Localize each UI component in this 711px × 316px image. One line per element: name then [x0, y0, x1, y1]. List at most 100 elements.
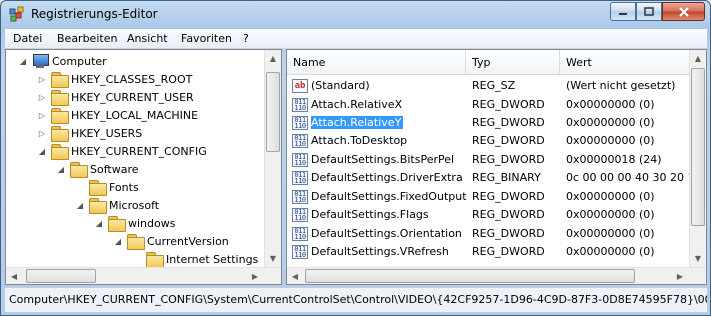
- collapsed-triangle-icon[interactable]: ▷: [37, 124, 47, 142]
- list-vertical-scrollbar[interactable]: ▲ ▼: [689, 50, 706, 268]
- title-bar[interactable]: Registrierungs-Editor: [1, 1, 710, 29]
- tree-item-computer[interactable]: ◢ Computer: [18, 52, 107, 70]
- scroll-right-icon[interactable]: ▶: [672, 268, 688, 284]
- tree-horizontal-scrollbar[interactable]: ◀ ▶: [6, 267, 281, 284]
- expanded-triangle-icon[interactable]: ◢: [75, 196, 85, 214]
- value-name: (Standard): [311, 79, 370, 92]
- folder-icon: [70, 162, 88, 178]
- scroll-left-icon[interactable]: ◀: [6, 268, 22, 284]
- tree-hscroll-thumb[interactable]: [26, 269, 96, 283]
- list-item[interactable]: 011 110 Attach.RelativeX REG_DWORD 0x0000…: [287, 96, 691, 115]
- list-item[interactable]: 011 110 DefaultSettings.FixedOutput REG_D…: [287, 188, 691, 207]
- list-item-selected[interactable]: 011 110 Attach.RelativeY REG_DWORD 0x0000…: [287, 114, 691, 133]
- expanded-triangle-icon[interactable]: ◢: [37, 142, 47, 160]
- value-type: REG_DWORD: [472, 153, 545, 166]
- value-type: REG_DWORD: [472, 208, 545, 221]
- menu-favoriten[interactable]: Favoriten: [181, 32, 232, 45]
- expanded-triangle-icon[interactable]: ◢: [56, 160, 66, 178]
- tree-item-hkey-current-config[interactable]: ◢ HKEY_CURRENT_CONFIG: [37, 142, 207, 160]
- tree-scroll-thumb[interactable]: [266, 72, 280, 152]
- scroll-right-icon[interactable]: ▶: [247, 268, 263, 284]
- list-item[interactable]: 011 110 DefaultSettings.Orientation REG_D…: [287, 225, 691, 244]
- scroll-up-icon[interactable]: ▲: [690, 50, 706, 67]
- window-title: Registrierungs-Editor: [31, 7, 158, 21]
- tree-item-internet-settings[interactable]: Internet Settings: [132, 250, 258, 268]
- value-name: DefaultSettings.FixedOutput: [311, 190, 467, 203]
- column-header-value[interactable]: Wert: [560, 50, 691, 75]
- close-icon: [678, 6, 689, 17]
- collapsed-triangle-icon[interactable]: ▷: [37, 106, 47, 124]
- folder-icon: [51, 144, 69, 160]
- tree-item-label: HKEY_USERS: [71, 126, 143, 140]
- tree-item-hkey-current-user[interactable]: ▷ HKEY_CURRENT_USER: [37, 88, 194, 106]
- binary-value-icon: 011 110: [292, 134, 308, 148]
- tree-item-hkey-local-machine[interactable]: ▷ HKEY_LOCAL_MACHINE: [37, 106, 198, 124]
- value-data: 0x00000000 (0): [566, 245, 655, 258]
- menu-help[interactable]: ?: [243, 32, 249, 45]
- folder-icon: [89, 198, 107, 214]
- tree-item-label: Microsoft: [109, 198, 160, 212]
- value-name: DefaultSettings.BitsPerPel: [311, 153, 455, 166]
- maximize-button[interactable]: [636, 2, 662, 21]
- expanded-triangle-icon[interactable]: ◢: [18, 52, 28, 70]
- key-tree-pane[interactable]: ◢ Computer ▷ HKEY_CLASSES_ROOT ▷ HKEY_CU…: [5, 49, 282, 285]
- tree-item-fonts[interactable]: Fonts: [75, 178, 139, 196]
- tree-item-label: HKEY_CLASSES_ROOT: [71, 72, 193, 86]
- value-type: REG_DWORD: [472, 98, 545, 111]
- value-type: REG_DWORD: [472, 227, 545, 240]
- value-type: REG_DWORD: [472, 116, 545, 129]
- value-name: Attach.ToDesktop: [311, 134, 408, 147]
- folder-icon: [51, 72, 69, 88]
- menu-datei[interactable]: Datei: [13, 32, 42, 45]
- value-data: (Wert nicht gesetzt): [566, 79, 676, 92]
- scroll-down-icon[interactable]: ▼: [265, 250, 281, 267]
- minimize-button[interactable]: [610, 2, 636, 21]
- expanded-triangle-icon[interactable]: ◢: [113, 232, 123, 250]
- minimize-icon: [619, 12, 627, 15]
- tree-item-microsoft[interactable]: ◢ Microsoft: [75, 196, 159, 214]
- tree-item-software[interactable]: ◢ Software: [56, 160, 139, 178]
- column-header-name[interactable]: Name: [287, 50, 466, 75]
- tree-item-hkey-users[interactable]: ▷ HKEY_USERS: [37, 124, 142, 142]
- expanded-triangle-icon[interactable]: ◢: [94, 214, 104, 232]
- list-horizontal-scrollbar[interactable]: ◀ ▶: [287, 267, 706, 284]
- list-hscroll-thumb[interactable]: [305, 269, 635, 283]
- scroll-left-icon[interactable]: ◀: [287, 268, 303, 284]
- binary-value-icon: 011 110: [292, 153, 308, 167]
- tree-item-label: HKEY_CURRENT_CONFIG: [71, 144, 207, 158]
- list-item[interactable]: 011 110 DefaultSettings.Flags REG_DWORD 0…: [287, 206, 691, 225]
- list-item[interactable]: ab (Standard) REG_SZ (Wert nicht gesetzt…: [287, 77, 691, 96]
- values-list-pane[interactable]: Name Typ Wert ab (Standard) REG_SZ (Wert…: [286, 49, 707, 285]
- scroll-up-icon[interactable]: ▲: [265, 50, 281, 67]
- tree-item-hkey-classes-root[interactable]: ▷ HKEY_CLASSES_ROOT: [37, 70, 192, 88]
- value-data: 0x00000000 (0): [566, 190, 655, 203]
- value-data: 0x00000000 (0): [566, 227, 655, 240]
- list-item[interactable]: 011 110 DefaultSettings.DriverExtra REG_B…: [287, 169, 692, 188]
- menu-bar: Datei Bearbeiten Ansicht Favoriten ?: [5, 29, 707, 49]
- maximize-icon: [644, 6, 654, 16]
- value-name: DefaultSettings.Flags: [311, 208, 429, 221]
- registry-editor-window: Registrierungs-Editor Datei Bearbeiten A…: [0, 0, 711, 316]
- tree-item-label: Computer: [52, 54, 107, 68]
- collapsed-triangle-icon[interactable]: ▷: [37, 70, 47, 88]
- tree-vertical-scrollbar[interactable]: ▲ ▼: [264, 50, 281, 268]
- folder-icon: [51, 90, 69, 106]
- menu-ansicht[interactable]: Ansicht: [127, 32, 168, 45]
- tree-item-label: CurrentVersion: [147, 234, 229, 248]
- column-header-type[interactable]: Typ: [466, 50, 560, 75]
- scroll-down-icon[interactable]: ▼: [690, 250, 706, 267]
- list-scroll-thumb[interactable]: [691, 68, 705, 226]
- list-header: Name Typ Wert: [287, 50, 691, 75]
- value-type: REG_DWORD: [472, 134, 545, 147]
- list-item[interactable]: 011 110 Attach.ToDesktop REG_DWORD 0x0000…: [287, 132, 691, 151]
- tree-item-windows[interactable]: ◢ windows: [94, 214, 175, 232]
- value-data: 0x00000018 (24): [566, 153, 662, 166]
- close-button[interactable]: [662, 2, 705, 21]
- list-item[interactable]: 011 110 DefaultSettings.VRefresh REG_DWOR…: [287, 243, 691, 262]
- folder-icon: [108, 216, 126, 232]
- tree-item-currentversion[interactable]: ◢ CurrentVersion: [113, 232, 229, 250]
- collapsed-triangle-icon[interactable]: ▷: [37, 88, 47, 106]
- menu-bearbeiten[interactable]: Bearbeiten: [57, 32, 117, 45]
- list-item[interactable]: 011 110 DefaultSettings.BitsPerPel REG_DW…: [287, 151, 691, 170]
- binary-value-icon: 011 110: [292, 171, 308, 185]
